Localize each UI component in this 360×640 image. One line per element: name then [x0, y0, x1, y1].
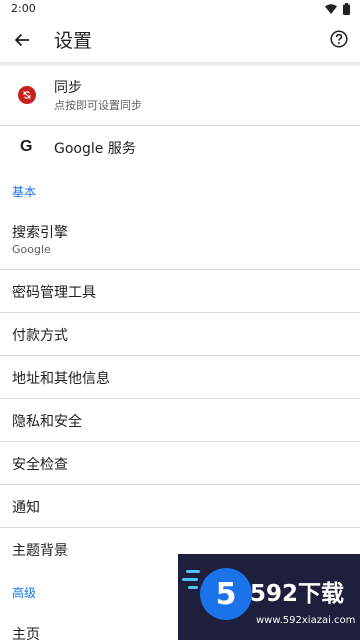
section-header-advanced: 高级 — [12, 586, 37, 600]
help-circle-icon — [330, 30, 348, 48]
app-bar: 设置 — [0, 18, 360, 62]
watermark-banner: 5 592下载 www.592xiazai.com — [178, 554, 360, 640]
watermark-url: www.592xiazai.com — [256, 615, 356, 626]
section-header-basic: 基本 — [12, 185, 37, 199]
battery-icon — [343, 3, 350, 15]
google-g-icon: G — [20, 138, 33, 155]
search-engine-label: 搜索引擎 — [12, 225, 68, 241]
sync-title: 同步 — [54, 80, 82, 96]
swoosh-decoration — [182, 578, 198, 581]
notifications-label: 通知 — [12, 500, 40, 516]
watermark-logo: 5 — [200, 568, 252, 620]
addresses-label: 地址和其他信息 — [12, 371, 110, 387]
swoosh-decoration — [186, 570, 200, 573]
sync-off-icon — [18, 86, 36, 104]
back-button[interactable] — [10, 28, 34, 52]
status-time: 2:00 — [11, 2, 36, 15]
status-icons — [325, 3, 350, 15]
status-bar: 2:00 — [0, 0, 360, 18]
help-button[interactable] — [326, 26, 352, 52]
homepage-label: 主页 — [12, 627, 40, 640]
privacy-label: 隐私和安全 — [12, 414, 82, 430]
sync-subtitle: 点按即可设置同步 — [54, 99, 142, 112]
arrow-left-icon — [14, 33, 29, 47]
notifications-row[interactable] — [0, 485, 360, 527]
payment-label: 付款方式 — [12, 328, 68, 344]
theme-label: 主题背景 — [12, 543, 68, 559]
passwords-label: 密码管理工具 — [12, 285, 96, 301]
swoosh-decoration — [188, 586, 198, 589]
safety-check-label: 安全检查 — [12, 457, 68, 473]
search-engine-value: Google — [12, 243, 51, 256]
google-services-label: Google 服务 — [54, 141, 136, 157]
wifi-icon — [325, 4, 337, 14]
watermark-brand: 592下载 — [250, 581, 345, 607]
page-title: 设置 — [54, 30, 93, 52]
